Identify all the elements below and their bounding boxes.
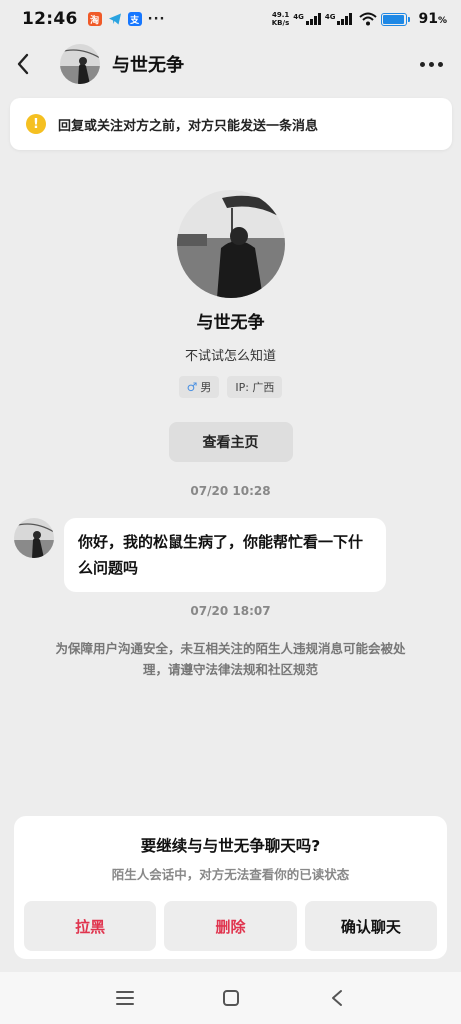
sheet-actions: 拉黑 删除 确认聊天	[14, 901, 447, 951]
profile-card: 与世无争 不试试怎么知道 ♂ 男 IP: 广西 查看主页	[0, 190, 461, 462]
avatar[interactable]	[60, 44, 100, 84]
home-button[interactable]	[219, 986, 243, 1010]
male-icon: ♂	[186, 380, 198, 394]
notice-text: 回复或关注对方之前，对方只能发送一条消息	[58, 118, 319, 134]
signal2-label: 4G	[324, 13, 336, 21]
profile-avatar[interactable]	[176, 190, 285, 298]
signal-icon-2	[337, 13, 353, 25]
safety-notice: 为保障用户沟通安全，未互相关注的陌生人违规消息可能会被处理，请遵守法律法规和社区…	[55, 641, 406, 677]
signal1-label: 4G	[293, 13, 304, 21]
menu-icon	[115, 991, 134, 1005]
message-row: 你好，我的松鼠生病了，你能帮忙看一下什么问题吗	[14, 518, 386, 592]
more-notifications-icon: ···	[147, 11, 166, 27]
taobao-icon: 淘	[87, 12, 102, 26]
warning-icon: !	[26, 114, 46, 134]
network-speed: 49.1 KB/s	[272, 11, 289, 27]
delete-button[interactable]: 删除	[164, 901, 297, 951]
ip-tag: IP: 广西	[227, 376, 283, 398]
block-button[interactable]: 拉黑	[24, 901, 157, 951]
gender-label: 男	[200, 381, 212, 394]
message-bubble[interactable]: 你好，我的松鼠生病了，你能帮忙看一下什么问题吗	[64, 518, 386, 592]
wifi-icon	[359, 12, 378, 26]
battery-icon	[381, 12, 411, 26]
page-title: 与世无争	[112, 55, 184, 76]
more-menu-button[interactable]	[418, 56, 445, 73]
status-right: 49.1 KB/s 4G 4G 91%	[272, 11, 447, 27]
profile-tags: ♂ 男 IP: 广西	[0, 376, 461, 398]
back-button[interactable]	[16, 50, 40, 78]
confirm-chat-button[interactable]: 确认聊天	[304, 901, 437, 951]
status-bar: 12:46 淘 支 ··· 49.1 KB/s 4G 4G 91%	[0, 0, 461, 38]
avatar[interactable]	[14, 518, 54, 558]
message-timestamp: 07/20 18:07	[190, 604, 271, 618]
profile-name: 与世无争	[196, 313, 265, 333]
nav-back-button[interactable]	[325, 986, 349, 1010]
net-speed-unit: KB/s	[271, 19, 290, 27]
telegram-icon	[108, 12, 122, 26]
stranger-chat-sheet: 要继续与与世无争聊天吗? 陌生人会话中，对方无法查看你的已读状态 拉黑 删除 确…	[14, 816, 447, 959]
status-time: 12:46	[22, 9, 78, 29]
battery-percent: 91%	[418, 11, 447, 27]
chevron-left-icon	[17, 53, 29, 75]
gender-tag: ♂ 男	[178, 376, 220, 398]
more-horizontal-icon	[420, 61, 425, 67]
sheet-subtitle: 陌生人会话中，对方无法查看你的已读状态	[111, 867, 350, 882]
notification-icons: 淘 支 ···	[87, 11, 166, 27]
sheet-title: 要继续与与世无争聊天吗?	[140, 837, 321, 855]
profile-signature: 不试试怎么知道	[184, 349, 276, 364]
alipay-icon: 支	[127, 12, 142, 26]
back-triangle-icon	[331, 990, 342, 1006]
net-speed-value: 49.1	[271, 11, 290, 19]
menu-button[interactable]	[113, 986, 137, 1010]
reply-notice-banner: ! 回复或关注对方之前，对方只能发送一条消息	[10, 98, 452, 150]
chat-header: 与世无争	[0, 38, 461, 90]
signal-icon	[305, 13, 321, 25]
system-nav-bar	[0, 972, 461, 1024]
message-timestamp: 07/20 10:28	[190, 484, 271, 498]
view-homepage-button[interactable]: 查看主页	[168, 422, 293, 462]
home-square-icon	[222, 990, 239, 1006]
